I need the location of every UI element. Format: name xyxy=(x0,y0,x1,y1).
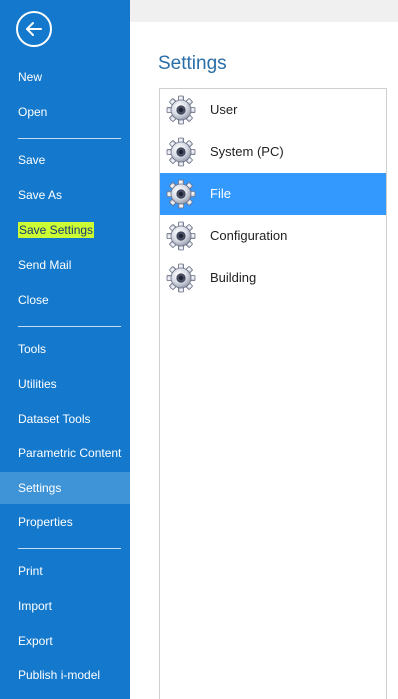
nav-item-save[interactable]: Save xyxy=(0,144,130,176)
nav-item-print[interactable]: Print xyxy=(0,555,130,587)
nav-item-properties[interactable]: Properties xyxy=(0,506,130,538)
back-button[interactable] xyxy=(16,11,52,47)
backstage-nav: New Open Save Save As Save Settings Send… xyxy=(0,0,130,699)
nav-item-open[interactable]: Open xyxy=(0,96,130,128)
gear-icon xyxy=(166,221,196,251)
nav-item-label: Parametric Content xyxy=(18,446,122,460)
settings-item-label: Configuration xyxy=(210,228,288,243)
nav-item-label: Save xyxy=(18,153,46,167)
nav-item-label: Publish i-model xyxy=(18,668,101,682)
nav-item-new[interactable]: New xyxy=(0,61,130,93)
nav-item-publish-i-model[interactable]: Publish i-model xyxy=(0,659,130,691)
nav-item-parametric-content[interactable]: Parametric Content xyxy=(0,437,130,469)
nav-item-label: Send Mail xyxy=(18,258,72,272)
nav-item-export[interactable]: Export xyxy=(0,625,130,657)
settings-item-label: User xyxy=(210,102,238,117)
settings-item-file[interactable]: File xyxy=(160,173,386,215)
settings-item-label: File xyxy=(210,186,231,201)
page-title: Settings xyxy=(158,53,227,74)
nav-item-label: Close xyxy=(18,293,49,307)
nav-item-label: Save Settings xyxy=(18,222,95,238)
nav-item-label: Settings xyxy=(18,481,62,495)
header-strip xyxy=(130,0,398,22)
nav-item-utilities[interactable]: Utilities xyxy=(0,368,130,400)
nav-item-label: Tools xyxy=(18,342,47,356)
nav-item-dataset-tools[interactable]: Dataset Tools xyxy=(0,403,130,435)
nav-item-save-as[interactable]: Save As xyxy=(0,179,130,211)
nav-item-save-settings[interactable]: Save Settings xyxy=(0,214,130,246)
nav-item-label: Open xyxy=(18,105,48,119)
nav-divider xyxy=(18,548,121,549)
gear-icon xyxy=(166,263,196,293)
nav-divider xyxy=(18,138,121,139)
settings-list: User System (PC) File Configuration Buil… xyxy=(159,88,387,699)
nav-item-import[interactable]: Import xyxy=(0,590,130,622)
nav-item-label: Properties xyxy=(18,515,73,529)
gear-icon xyxy=(166,137,196,167)
nav-item-label: Utilities xyxy=(18,377,57,391)
settings-item-user[interactable]: User xyxy=(160,89,386,131)
gear-icon xyxy=(166,179,196,209)
settings-item-configuration[interactable]: Configuration xyxy=(160,215,386,257)
nav-item-label: Import xyxy=(18,599,53,613)
gear-icon xyxy=(166,95,196,125)
nav-divider xyxy=(18,326,121,327)
nav-item-label: Print xyxy=(18,564,43,578)
nav-item-send-mail[interactable]: Send Mail xyxy=(0,249,130,281)
settings-item-label: Building xyxy=(210,270,257,285)
nav-item-close[interactable]: Close xyxy=(0,284,130,316)
nav-item-label: Save As xyxy=(18,188,63,202)
nav-item-tools[interactable]: Tools xyxy=(0,333,130,365)
nav-item-label: New xyxy=(18,70,43,84)
settings-item-system-pc[interactable]: System (PC) xyxy=(160,131,386,173)
settings-item-building[interactable]: Building xyxy=(160,257,386,299)
nav-item-settings[interactable]: Settings xyxy=(0,472,130,504)
nav-item-label: Dataset Tools xyxy=(18,412,91,426)
arrow-left-icon xyxy=(26,22,42,36)
settings-item-label: System (PC) xyxy=(210,144,284,159)
nav-item-label: Export xyxy=(18,634,53,648)
